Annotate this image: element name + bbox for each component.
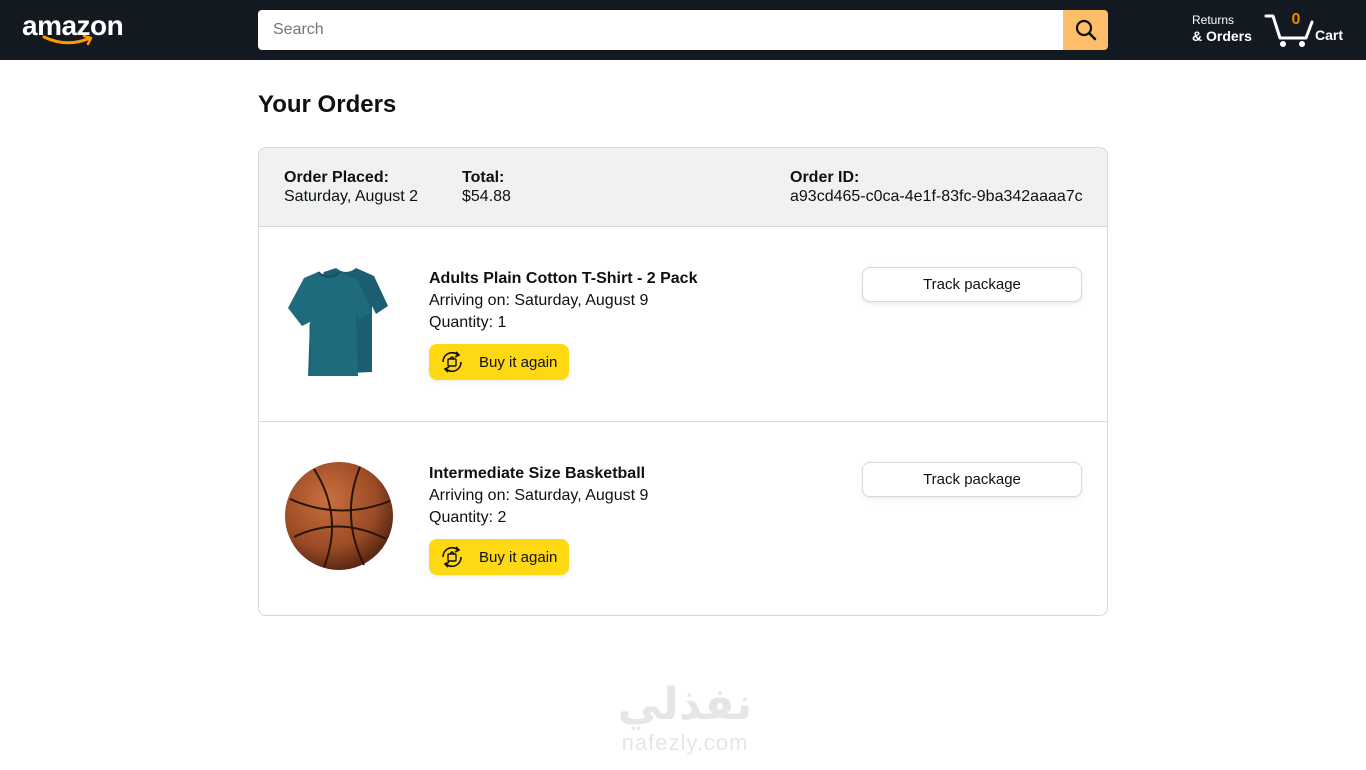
watermark-latin: nafezly.com <box>621 730 749 755</box>
order-id: Order ID: a93cd465-c0ca-4e1f-83fc-9ba342… <box>790 168 1083 206</box>
item-quantity: Quantity: 1 <box>429 314 507 331</box>
order-placed-label: Order Placed: <box>284 169 389 186</box>
tshirt-image[interactable] <box>284 264 394 379</box>
search-icon <box>1075 19 1096 41</box>
order-id-label: Order ID: <box>790 169 860 186</box>
watermark-arabic: نفذلي <box>617 679 753 730</box>
order-id-value: a93cd465-c0ca-4e1f-83fc-9ba342aaaa7c <box>790 188 1083 205</box>
orders-label: & Orders <box>1192 28 1252 44</box>
order-placed-value: Saturday, August 2 <box>284 188 419 205</box>
returns-label: Returns <box>1192 13 1235 27</box>
search-bar <box>258 10 1108 50</box>
order-total: Total: $54.88 <box>462 168 511 206</box>
item-arriving: Arriving on: Saturday, August 9 <box>429 487 649 504</box>
buy-again-label: Buy it again <box>479 353 558 371</box>
page-title: Your Orders <box>258 91 397 118</box>
cart-link[interactable]: 0 Cart <box>1264 10 1354 50</box>
buy-again-button[interactable]: Buy it again <box>429 344 569 380</box>
basketball-image[interactable] <box>284 459 394 574</box>
cart-icon <box>1264 14 1314 47</box>
item-details: Adults Plain Cotton T-Shirt - 2 Pack Arr… <box>429 268 697 380</box>
order-item: Adults Plain Cotton T-Shirt - 2 Pack Arr… <box>258 227 1108 422</box>
order-header: Order Placed: Saturday, August 2 Total: … <box>258 147 1108 227</box>
item-quantity: Quantity: 2 <box>429 509 507 526</box>
buy-again-label: Buy it again <box>479 548 558 566</box>
order-total-value: $54.88 <box>462 188 511 205</box>
buy-again-icon <box>442 546 462 568</box>
amazon-logo[interactable]: amazon <box>22 10 132 50</box>
item-name[interactable]: Adults Plain Cotton T-Shirt - 2 Pack <box>429 268 697 290</box>
search-input[interactable] <box>258 10 1063 50</box>
item-details: Intermediate Size Basketball Arriving on… <box>429 463 649 575</box>
cart-label: Cart <box>1315 27 1344 43</box>
logo-smile-icon <box>42 34 93 46</box>
item-name[interactable]: Intermediate Size Basketball <box>429 463 648 485</box>
order-item: Intermediate Size Basketball Arriving on… <box>258 422 1108 616</box>
item-arriving: Arriving on: Saturday, August 9 <box>429 292 649 309</box>
track-package-button[interactable]: Track package <box>862 267 1082 302</box>
buy-again-button[interactable]: Buy it again <box>429 539 569 575</box>
search-button[interactable] <box>1063 10 1108 50</box>
track-package-button[interactable]: Track package <box>862 462 1082 497</box>
top-header: amazon Returns & Orders 0 Cart <box>0 0 1366 60</box>
buy-again-icon <box>442 351 462 373</box>
returns-orders-link[interactable]: Returns & Orders <box>1192 13 1252 45</box>
order-container: Order Placed: Saturday, August 2 Total: … <box>258 147 1108 616</box>
cart-count: 0 <box>1291 11 1301 28</box>
order-placed: Order Placed: Saturday, August 2 <box>284 168 418 206</box>
watermark: نفذلي nafezly.com <box>600 680 770 770</box>
order-total-label: Total: <box>462 169 505 186</box>
